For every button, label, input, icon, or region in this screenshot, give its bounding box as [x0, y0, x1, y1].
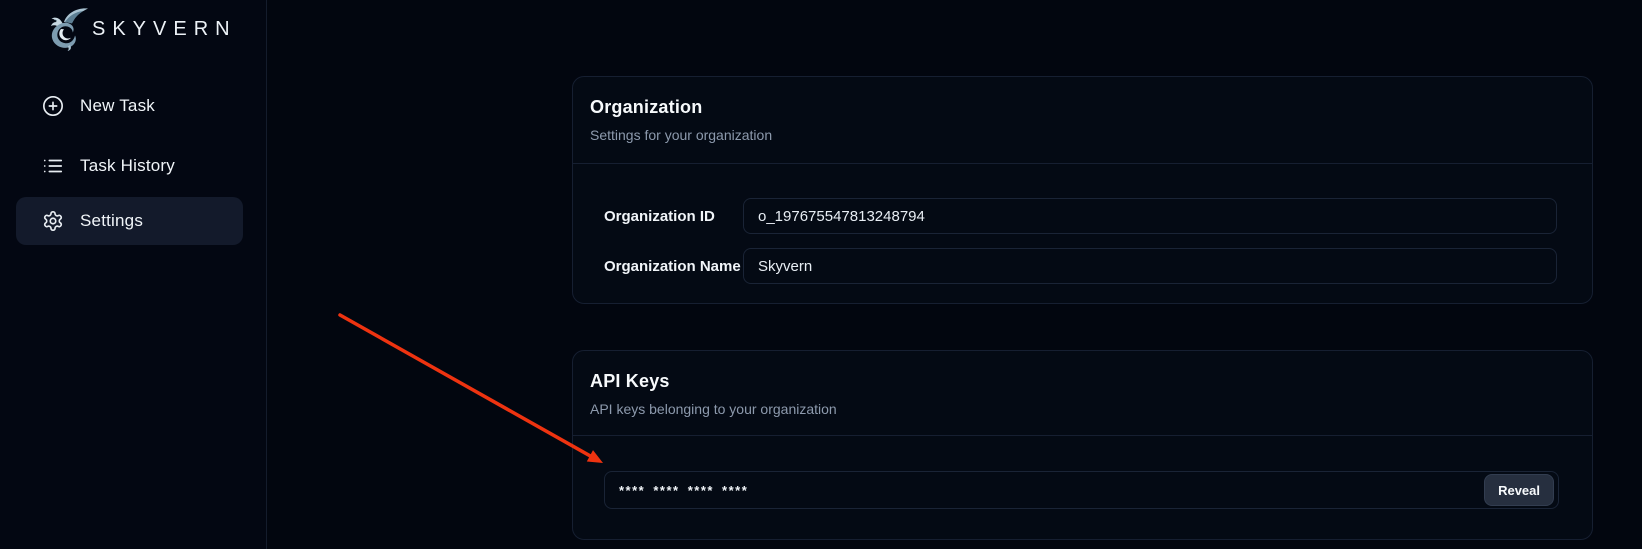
organization-card-title: Organization [590, 97, 1568, 118]
organization-name-label: Organization Name [604, 258, 743, 275]
organization-id-label: Organization ID [604, 208, 743, 225]
organization-id-row: Organization ID [604, 198, 1557, 234]
plus-circle-icon [42, 95, 64, 117]
dragon-logo-icon [42, 5, 90, 53]
api-keys-card-title: API Keys [590, 371, 1568, 392]
sidebar-item-task-history[interactable]: Task History [16, 142, 243, 190]
api-keys-card-header: API Keys API keys belonging to your orga… [573, 351, 1592, 436]
sidebar-item-new-task[interactable]: New Task [16, 82, 243, 130]
organization-card-subtitle: Settings for your organization [590, 127, 1568, 143]
organization-id-input[interactable] [743, 198, 1557, 234]
brand-name: SKYVERN [92, 18, 237, 41]
organization-name-row: Organization Name [604, 248, 1557, 284]
sidebar-item-label: New Task [80, 96, 155, 116]
sidebar-item-label: Settings [80, 211, 143, 231]
api-key-row: Reveal [604, 471, 1559, 509]
sidebar-item-label: Task History [80, 156, 175, 176]
reveal-button[interactable]: Reveal [1484, 474, 1554, 506]
api-keys-card-subtitle: API keys belonging to your organization [590, 401, 1568, 417]
settings-page: SKYVERN New Task [0, 0, 1642, 549]
list-icon [42, 155, 64, 177]
organization-card-header: Organization Settings for your organizat… [573, 77, 1592, 164]
gear-icon [42, 210, 64, 232]
sidebar-item-settings[interactable]: Settings [16, 197, 243, 245]
api-key-masked-input[interactable] [604, 471, 1559, 509]
organization-card: Organization Settings for your organizat… [572, 76, 1593, 304]
skyvern-logo[interactable]: SKYVERN [0, 0, 267, 58]
organization-name-input[interactable] [743, 248, 1557, 284]
api-keys-card: API Keys API keys belonging to your orga… [572, 350, 1593, 540]
sidebar: SKYVERN New Task [0, 0, 267, 549]
